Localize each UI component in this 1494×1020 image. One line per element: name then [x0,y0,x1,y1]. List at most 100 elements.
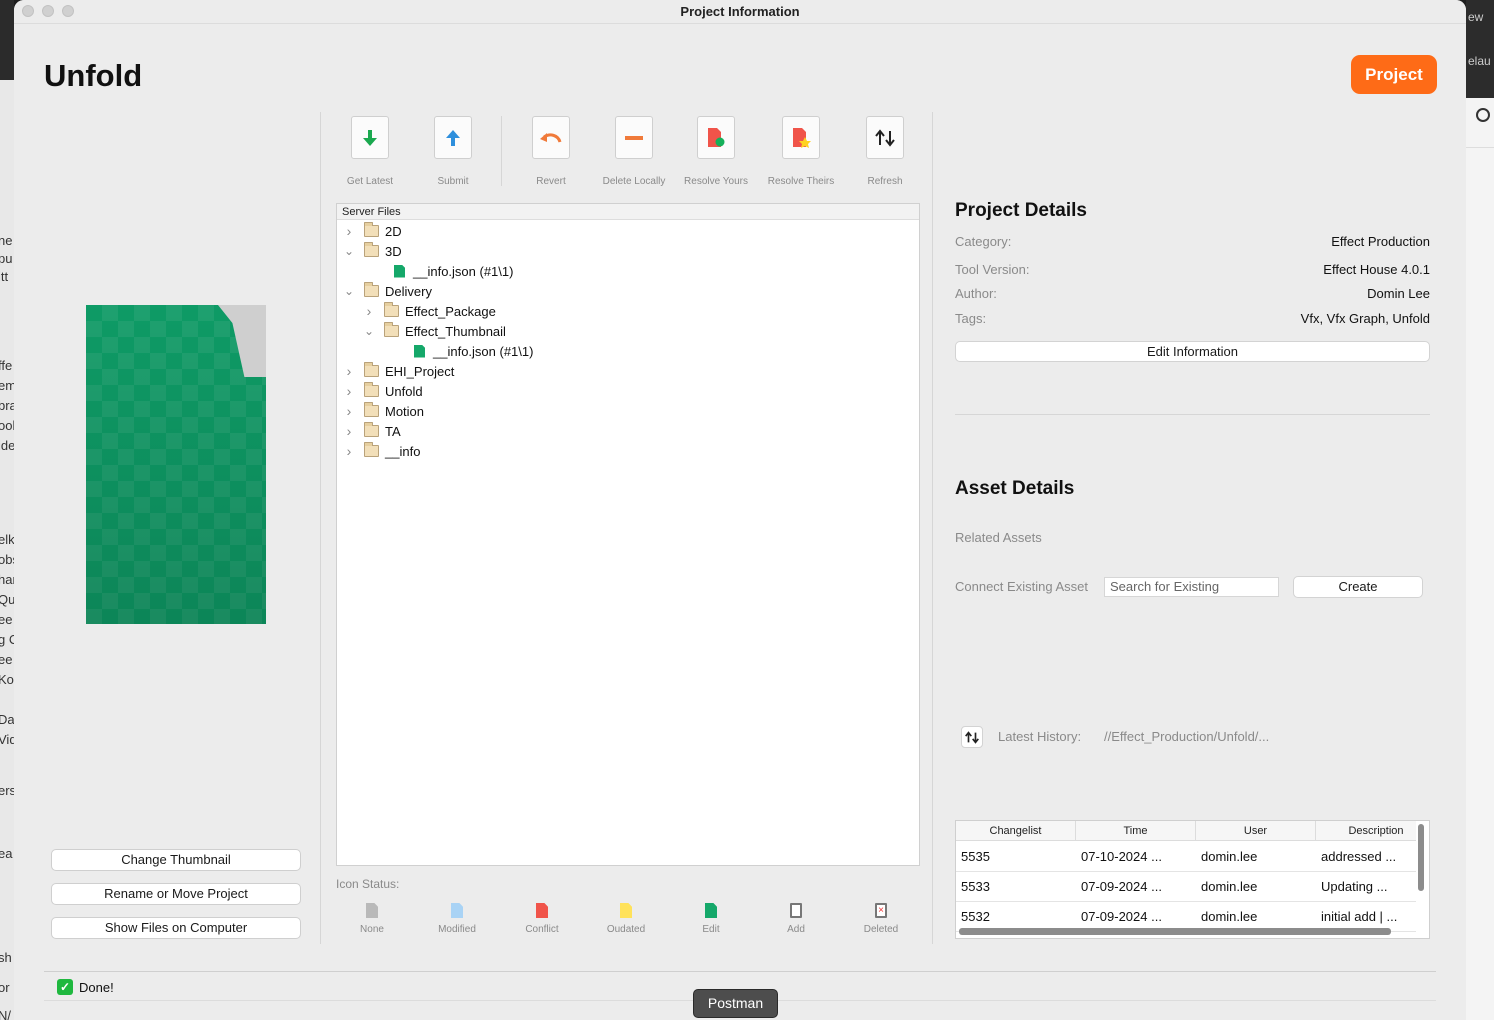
change-thumbnail-button[interactable]: Change Thumbnail [51,849,301,871]
refresh-history-icon[interactable] [961,726,983,748]
table-row[interactable]: 5535 07-10-2024 ... domin.lee addressed ... [956,842,1416,872]
latest-history-path: //Effect_Production/Unfold/... [1104,729,1270,744]
tree-folder-item[interactable]: › Motion [344,401,424,421]
status-bar: ✓ Done! [57,979,114,995]
tree-item-label: __info.json (#1\1) [413,263,514,279]
rename-or-move-project-button[interactable]: Rename or Move Project [51,883,301,905]
folder-icon [364,222,379,237]
deleted-status-icon: × [875,903,887,918]
background-text: itt [0,269,9,284]
tree-item-label: Motion [385,403,425,419]
toolbar-divider [501,116,502,186]
project-information-window: Project Information Unfold Project Chang… [14,0,1466,1020]
icon-status-none: None [332,903,412,935]
column-header-time[interactable]: Time [1076,821,1196,841]
submit-button[interactable]: Submit [411,116,495,187]
search-icon[interactable] [1476,108,1490,122]
table-cell: addressed ... [1321,849,1397,864]
background-text: or [0,980,10,995]
chevron-right-icon[interactable]: › [344,423,354,439]
asset-details-title: Asset Details [955,478,1075,499]
chevron-right-icon[interactable]: › [344,443,354,459]
background-text: bra [0,398,14,413]
server-files-tree[interactable]: Server Files › 2D ⌄ 3D __info.json (#1\1) ⌄ De… [336,203,920,866]
search-existing-asset-input[interactable]: Search for Existing [1104,577,1279,597]
background-text: ee [0,612,13,627]
tree-folder-item[interactable]: ⌄ Effect_Thumbnail [364,321,506,341]
author-value: Domin Lee [1367,286,1430,301]
tree-file-item[interactable]: __info.json (#1\1) [364,261,513,281]
modified-status-icon [451,903,463,918]
column-header-changelist[interactable]: Changelist [956,821,1076,841]
divider [955,414,1430,415]
tree-folder-item[interactable]: › __info [344,441,420,461]
author-key: Author: [955,286,997,301]
background-text: ea [0,846,13,861]
column-header-user[interactable]: User [1196,821,1316,841]
resolve-yours-button[interactable]: Resolve Yours [674,116,758,187]
tree-folder-item[interactable]: › EHI_Project [344,361,454,381]
background-app-right: ew elau [1466,0,1494,1020]
edit-information-button[interactable]: Edit Information [955,341,1430,362]
chevron-down-icon[interactable]: ⌄ [364,324,374,338]
status-text: Done! [79,979,114,995]
chevron-right-icon[interactable]: › [344,383,354,399]
background-text: N/ [0,1008,11,1020]
folder-icon [364,242,379,257]
page-title: Unfold [44,58,143,93]
background-text: ide [0,438,14,453]
tree-folder-item[interactable]: › Unfold [344,381,423,401]
tree-item-label: Effect_Package [405,303,496,319]
tool-version-value: Effect House 4.0.1 [1323,262,1430,277]
table-cell: 07-09-2024 ... [1081,879,1162,894]
folder-icon [364,442,379,457]
background-text: elk [0,532,14,547]
tree-folder-item[interactable]: › 2D [344,221,402,241]
tree-item-label: __info [385,443,421,459]
background-text: ffe [0,358,13,373]
background-text: Vid [0,732,14,747]
create-asset-button[interactable]: Create [1293,576,1423,598]
table-cell: 5533 [961,879,990,894]
history-table-header: Changelist Time User Description [956,821,1416,841]
get-latest-button[interactable]: Get Latest [328,116,412,187]
connect-existing-asset-label: Connect Existing Asset [955,579,1088,594]
icon-status-add: Add [756,903,836,935]
refresh-button[interactable]: Refresh [843,116,927,187]
chevron-down-icon[interactable]: ⌄ [344,284,354,298]
show-files-on-computer-button[interactable]: Show Files on Computer [51,917,301,939]
file-edit-icon [394,264,405,278]
table-cell: domin.lee [1201,849,1258,864]
background-text: ne [0,233,13,248]
folder-icon [364,422,379,437]
edit-status-icon [705,903,717,918]
revert-button[interactable]: Revert [509,116,593,187]
delete-locally-button[interactable]: Delete Locally [592,116,676,187]
related-assets-label: Related Assets [955,530,1042,545]
tree-folder-item[interactable]: › Effect_Package [364,301,496,321]
tree-item-label: 3D [385,243,402,259]
column-header-description[interactable]: Description [1316,821,1429,841]
tree-folder-item[interactable]: ⌄ 3D [344,241,402,261]
checkmark-icon: ✓ [57,979,73,995]
latest-history-label: Latest History: [998,729,1082,744]
chevron-right-icon[interactable]: › [364,303,374,319]
project-button[interactable]: Project [1351,55,1437,94]
folder-icon [384,302,399,317]
horizontal-scrollbar[interactable] [959,928,1391,935]
tree-item-label: 2D [385,223,402,239]
chevron-down-icon[interactable]: ⌄ [344,244,354,258]
chevron-right-icon[interactable]: › [344,363,354,379]
history-table[interactable]: Changelist Time User Description 5535 07-… [955,820,1430,939]
refresh-icon [866,116,904,159]
tree-folder-item[interactable]: › TA [344,421,401,441]
tool-version-key: Tool Version: [955,262,1030,277]
chevron-right-icon[interactable]: › [344,223,354,239]
tree-folder-item[interactable]: ⌄ Delivery [344,281,432,301]
vertical-scrollbar[interactable] [1418,824,1424,891]
resolve-theirs-button[interactable]: Resolve Theirs [759,116,843,187]
tree-file-item[interactable]: __info.json (#1\1) [384,341,533,361]
table-row[interactable]: 5533 07-09-2024 ... domin.lee Updating ... [956,872,1416,902]
icon-status-label-item: Modified [438,924,476,935]
chevron-right-icon[interactable]: › [344,403,354,419]
